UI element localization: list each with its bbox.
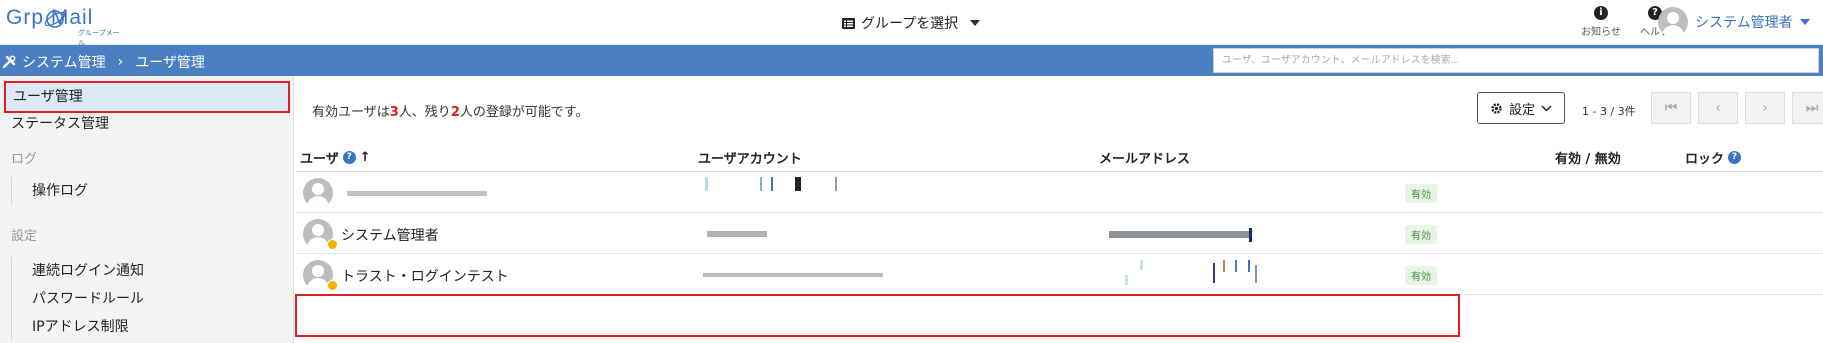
info-text: 人、残り <box>398 105 451 120</box>
table-row[interactable]: 有効 <box>295 173 1823 213</box>
chevron-right-icon: › <box>117 54 124 70</box>
first-page-button[interactable]: ⏮ <box>1651 92 1691 124</box>
sidebar-item-label: IPアドレス制限 <box>32 319 129 335</box>
breadcrumb-current: ユーザ管理 <box>135 55 205 71</box>
redacted-email <box>1125 260 1257 285</box>
group-select-dropdown[interactable]: グループを選択 <box>842 12 981 34</box>
sidebar-item-label: 操作ログ <box>32 183 88 199</box>
user-name: システム管理者 <box>1695 15 1793 31</box>
tools-icon <box>2 55 16 69</box>
prev-page-button[interactable]: ‹ <box>1698 92 1738 124</box>
help-icon[interactable]: ? <box>1728 151 1742 164</box>
sidebar-item-label: ステータス管理 <box>11 116 109 132</box>
user-menu[interactable]: システム管理者 <box>1658 5 1810 39</box>
help-icon[interactable]: ? <box>342 151 356 164</box>
last-page-button[interactable]: ⏭ <box>1792 92 1823 124</box>
chevron-left-icon: ‹ <box>1715 100 1721 116</box>
sidebar-item-login-notification[interactable]: 連続ログイン通知 <box>11 257 144 285</box>
globe-icon <box>44 10 66 28</box>
admin-badge-icon <box>327 239 338 250</box>
user-count-info: 有効ユーザは3人、残り2人の登録が可能です。 <box>312 101 589 120</box>
sidebar-item-password-rule[interactable]: パスワードルール <box>11 285 144 313</box>
info-icon: i <box>1594 6 1608 20</box>
status-badge: 有効 <box>1405 184 1437 203</box>
sidebar-section-settings: 設定 <box>11 229 38 244</box>
info-text: 有効ユーザは <box>312 105 390 120</box>
admin-badge-icon <box>327 280 338 291</box>
notifications-label: お知らせ <box>1581 27 1621 38</box>
sidebar-section-log: ログ <box>11 152 38 167</box>
redacted-account <box>705 177 837 191</box>
settings-dropdown-button[interactable]: 設定 <box>1477 92 1565 124</box>
gear-icon <box>1491 102 1502 114</box>
sort-ascending-icon: ↑ <box>359 150 371 165</box>
sidebar-item-label: パスワードルール <box>32 291 144 307</box>
table-row[interactable]: システム管理者 有効 <box>295 214 1823 254</box>
redacted-email <box>1109 228 1252 242</box>
table-row[interactable]: トラスト・ログインテスト 有効 <box>295 255 1823 295</box>
breadcrumb-root[interactable]: システム管理 <box>22 52 106 72</box>
column-label: ユーザアカウント <box>698 152 802 167</box>
chevron-down-icon <box>1799 19 1810 25</box>
chevron-right-icon: › <box>1762 100 1768 116</box>
table-header: ユーザ ? ↑ ユーザアカウント メールアドレス 有効 / 無効 ロック ? <box>295 140 1823 172</box>
status-badge: 有効 <box>1405 225 1437 244</box>
group-select-label: グループを選択 <box>861 16 959 32</box>
column-header-email[interactable]: メールアドレス <box>1099 148 1190 167</box>
sidebar-item-user-management[interactable]: ユーザ管理 <box>4 81 290 113</box>
user-name-cell: システム管理者 <box>341 228 439 244</box>
column-header-lock[interactable]: ロック ? <box>1685 148 1742 167</box>
column-label: ユーザ <box>300 152 339 167</box>
chevron-down-icon <box>1541 104 1552 112</box>
search-input[interactable] <box>1213 48 1819 73</box>
breadcrumb: システム管理 › ユーザ管理 <box>2 52 205 72</box>
settings-label: 設定 <box>1508 102 1535 118</box>
active-user-count: 3 <box>389 105 399 120</box>
avatar <box>303 178 333 208</box>
redacted-user-name <box>347 191 487 196</box>
sidebar-item-status-management[interactable]: ステータス管理 <box>0 110 109 138</box>
column-label: ロック <box>1685 152 1725 167</box>
info-text: 人の登録が可能です。 <box>459 105 589 120</box>
notifications-button[interactable]: i お知らせ <box>1576 6 1626 38</box>
list-icon <box>842 17 855 29</box>
last-page-icon: ⏭ <box>1805 100 1819 116</box>
sidebar-item-label: 連続ログイン通知 <box>32 263 144 279</box>
status-badge: 有効 <box>1405 266 1437 285</box>
first-page-icon: ⏮ <box>1664 100 1678 116</box>
pager-info: 1 - 3 / 3件 <box>1582 105 1636 118</box>
user-name-cell: トラスト・ログインテスト <box>341 269 509 285</box>
column-header-account[interactable]: ユーザアカウント <box>698 148 802 167</box>
chevron-down-icon <box>970 20 981 26</box>
sidebar-item-operation-log[interactable]: 操作ログ <box>11 177 88 205</box>
next-page-button[interactable]: › <box>1745 92 1785 124</box>
main-content: 有効ユーザは3人、残り2人の登録が可能です。 設定 1 - 3 / 3件 ⏮ ‹… <box>295 76 1823 343</box>
sidebar-item-ip-restriction[interactable]: IPアドレス制限 <box>11 313 129 341</box>
grpmail-logo[interactable]: Grp Mail グループメール <box>6 6 126 47</box>
column-header-enabled[interactable]: 有効 / 無効 <box>1555 148 1621 167</box>
breadcrumb-bar: システム管理 › ユーザ管理 <box>0 45 1823 76</box>
sidebar: ユーザ管理 ステータス管理 ログ 操作ログ 設定 連続ログイン通知 パスワードル… <box>0 76 294 343</box>
avatar <box>1658 7 1688 37</box>
column-header-user[interactable]: ユーザ ? ↑ <box>300 148 371 167</box>
redacted-account <box>707 231 767 237</box>
selected-row-highlight <box>295 294 1460 337</box>
top-header: Grp Mail グループメール グループを選択 i お知らせ ? ヘルプ シス… <box>0 0 1823 47</box>
sidebar-item-label: ユーザ管理 <box>13 89 83 105</box>
column-label: メールアドレス <box>1099 152 1191 167</box>
redacted-account <box>703 273 883 277</box>
column-label: 有効 / 無効 <box>1555 152 1621 167</box>
remaining-user-count: 2 <box>450 105 460 120</box>
